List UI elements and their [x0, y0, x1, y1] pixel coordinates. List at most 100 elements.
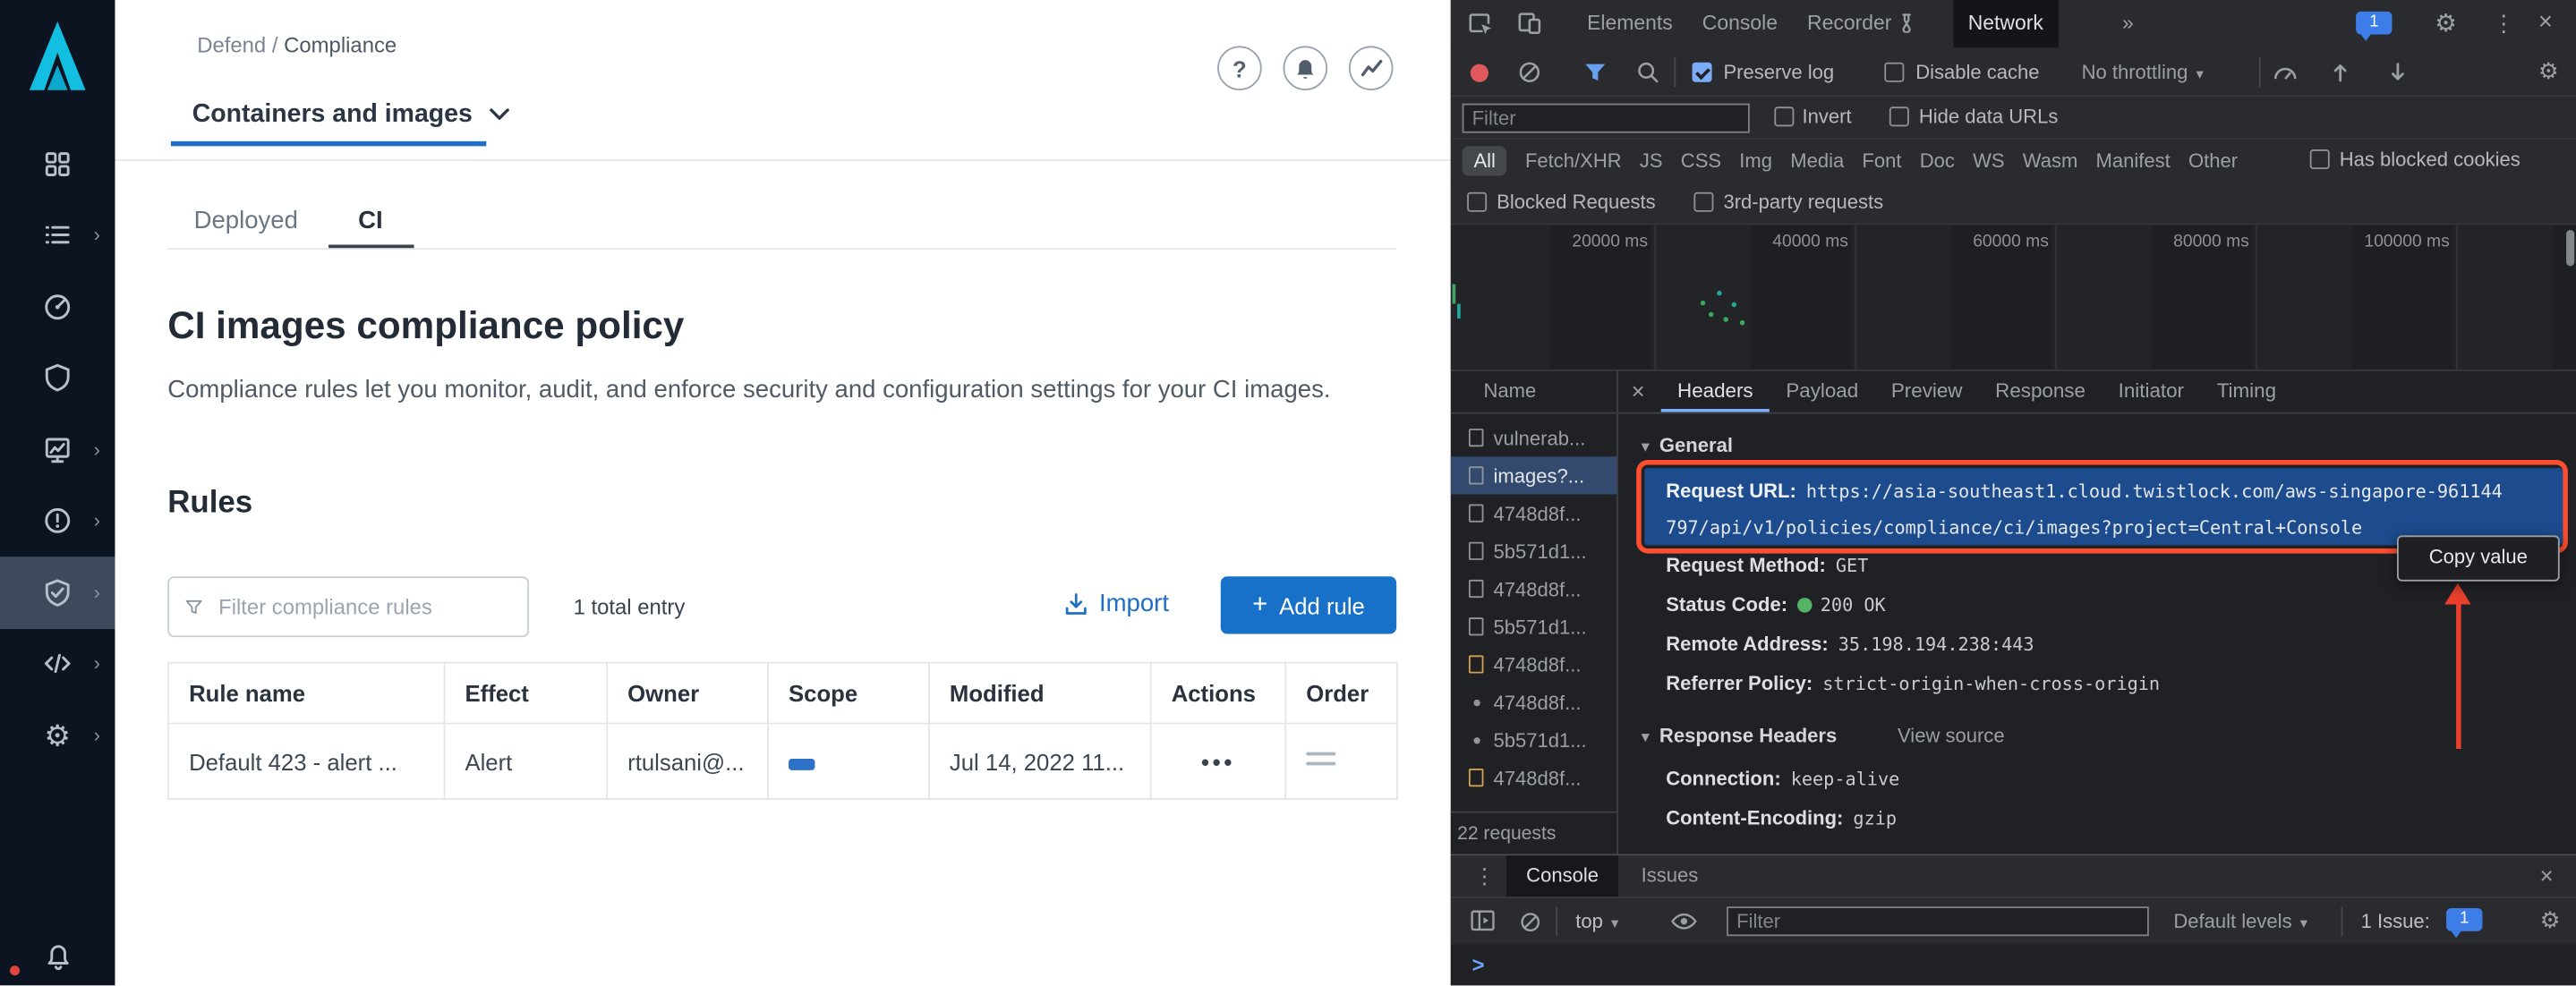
- resource-type-chip[interactable]: CSS: [1681, 146, 1721, 175]
- devtools-settings-gear-icon[interactable]: ⚙: [2435, 12, 2457, 37]
- clear-network-log-icon[interactable]: [1518, 61, 1541, 84]
- eye-icon[interactable]: [1671, 912, 1697, 931]
- drawer-menu-kebab-icon[interactable]: ⋮: [1473, 865, 1495, 887]
- tab-network[interactable]: Network: [1953, 0, 2058, 47]
- cell-rule-name[interactable]: Default 423 - alert ...: [168, 724, 444, 799]
- breadcrumb-section[interactable]: Defend: [197, 33, 266, 58]
- console-issues-badge[interactable]: 1: [2446, 908, 2482, 931]
- issue-count-label[interactable]: 1 Issue:: [2361, 910, 2430, 933]
- close-details-icon[interactable]: ×: [1632, 379, 1645, 403]
- more-tabs-button[interactable]: »: [2107, 0, 2148, 47]
- third-party-checkbox[interactable]: [1693, 192, 1713, 212]
- devtools-menu-kebab-icon[interactable]: ⋮: [2492, 12, 2515, 35]
- clear-console-icon[interactable]: [1520, 911, 1541, 932]
- resource-type-chip[interactable]: Media: [1790, 146, 1844, 175]
- help-button[interactable]: ?: [1217, 46, 1262, 90]
- drag-handle-icon[interactable]: [1306, 745, 1335, 771]
- resource-type-chip[interactable]: Manifest: [2096, 146, 2171, 175]
- resource-type-chip[interactable]: JS: [1640, 146, 1663, 175]
- devtools-close-icon[interactable]: ×: [2538, 10, 2553, 35]
- resource-type-chip[interactable]: Font: [1862, 146, 1901, 175]
- tab-ci[interactable]: CI: [358, 207, 383, 234]
- resource-type-chip[interactable]: Doc: [1920, 146, 1955, 175]
- usage-chart-button[interactable]: [1349, 46, 1394, 90]
- network-request-row[interactable]: 4748d8f...: [1451, 684, 1616, 721]
- drawer-tab-console[interactable]: Console: [1506, 855, 1618, 897]
- response-headers-section-header[interactable]: ▾Response Headers: [1642, 724, 1838, 747]
- tab-preview[interactable]: Preview: [1875, 370, 1979, 412]
- resource-type-chip-all[interactable]: All: [1463, 146, 1507, 175]
- sidebar-item-settings[interactable]: ⚙ ›: [0, 700, 115, 771]
- console-prompt-row[interactable]: >: [1451, 944, 2576, 986]
- hide-data-urls-checkbox[interactable]: [1889, 106, 1909, 126]
- network-request-row[interactable]: 5b571d1...: [1451, 608, 1616, 645]
- notifications-bell-icon[interactable]: [45, 941, 73, 971]
- drawer-tab-issues[interactable]: Issues: [1622, 855, 1719, 897]
- notifications-button[interactable]: [1284, 46, 1328, 90]
- filter-network-icon[interactable]: [1583, 63, 1607, 84]
- tab-initiator[interactable]: Initiator: [2102, 370, 2200, 412]
- tab-payload[interactable]: Payload: [1770, 370, 1875, 412]
- network-request-row[interactable]: 4748d8f...: [1451, 570, 1616, 608]
- request-url-value-selected[interactable]: Request URL:https://asia-southeast1.clou…: [1644, 468, 2563, 545]
- invert-checkbox[interactable]: [1774, 106, 1794, 126]
- general-section-header[interactable]: ▾General: [1642, 434, 1733, 457]
- copy-value-menu-item[interactable]: Copy value: [2397, 535, 2560, 581]
- network-request-row-selected[interactable]: images?...: [1451, 456, 1616, 494]
- sidebar-item-compute-code[interactable]: ›: [0, 628, 115, 700]
- network-request-row[interactable]: 4748d8f...: [1451, 494, 1616, 531]
- sidebar-item-defend[interactable]: ›: [0, 557, 115, 628]
- tab-headers[interactable]: Headers: [1661, 370, 1770, 412]
- sidebar-item-cloud-security[interactable]: [0, 343, 115, 414]
- network-request-row[interactable]: 5b571d1...: [1451, 532, 1616, 570]
- network-overview-timeline[interactable]: 20000 ms 40000 ms 60000 ms 80000 ms 1000…: [1451, 225, 2576, 370]
- resource-type-chip[interactable]: Img: [1739, 146, 1772, 175]
- sidebar-item-inventory[interactable]: ›: [0, 200, 115, 271]
- row-actions-menu-button[interactable]: •••: [1201, 748, 1235, 774]
- resource-type-chip[interactable]: Wasm: [2023, 146, 2078, 175]
- network-request-row[interactable]: 4748d8f...: [1451, 759, 1616, 796]
- network-settings-gear-icon[interactable]: ⚙: [2538, 59, 2559, 82]
- rules-filter-input[interactable]: [215, 593, 510, 621]
- name-column-header[interactable]: Name: [1451, 370, 1616, 414]
- console-filter-input[interactable]: [1727, 906, 2149, 936]
- tab-console[interactable]: Console: [1687, 0, 1792, 47]
- throttling-select[interactable]: No throttling▾: [2082, 61, 2204, 84]
- tab-elements[interactable]: Elements: [1573, 0, 1688, 47]
- log-levels-select[interactable]: Default levels▾: [2173, 910, 2307, 933]
- import-har-icon[interactable]: [2330, 61, 2351, 84]
- sidebar-item-reports[interactable]: ›: [0, 414, 115, 486]
- network-request-row[interactable]: 4748d8f...: [1451, 645, 1616, 683]
- sidebar-item-dashboard[interactable]: [0, 128, 115, 200]
- export-har-icon[interactable]: [2387, 61, 2409, 84]
- network-conditions-icon[interactable]: [2272, 61, 2298, 84]
- console-sidebar-icon[interactable]: [1471, 910, 1496, 931]
- record-button[interactable]: [1471, 64, 1488, 82]
- tab-timing[interactable]: Timing: [2200, 370, 2292, 412]
- import-button[interactable]: Import: [1064, 590, 1169, 617]
- drawer-close-icon[interactable]: ×: [2540, 863, 2554, 887]
- blocked-requests-checkbox[interactable]: [1467, 192, 1487, 212]
- console-settings-gear-icon[interactable]: ⚙: [2540, 908, 2561, 931]
- resource-type-chip[interactable]: Fetch/XHR: [1525, 146, 1622, 175]
- sidebar-item-radar[interactable]: [0, 271, 115, 343]
- search-network-icon[interactable]: [1636, 61, 1659, 84]
- collection-selector[interactable]: Containers and images: [192, 100, 508, 130]
- add-rule-button[interactable]: + Add rule: [1221, 576, 1396, 633]
- resource-type-chip[interactable]: Other: [2188, 146, 2238, 175]
- device-toolbar-icon[interactable]: [1516, 10, 1542, 36]
- resource-type-chip[interactable]: WS: [1973, 146, 2005, 175]
- rule-table-row[interactable]: Default 423 - alert ... Alert rtulsani@.…: [168, 724, 1397, 799]
- context-selector[interactable]: top▾: [1575, 910, 1618, 933]
- network-filter-input[interactable]: [1463, 103, 1750, 132]
- network-request-row[interactable]: vulnerab...: [1451, 419, 1616, 456]
- disable-cache-checkbox[interactable]: [1884, 63, 1904, 82]
- has-blocked-cookies-checkbox[interactable]: [2310, 149, 2330, 169]
- tab-recorder[interactable]: Recorder: [1793, 0, 1931, 47]
- inspect-element-icon[interactable]: [1467, 10, 1493, 36]
- timeline-scrollbar-thumb[interactable]: [2566, 230, 2574, 266]
- tab-response[interactable]: Response: [1979, 370, 2102, 412]
- sidebar-item-alerts[interactable]: ›: [0, 485, 115, 557]
- issues-count-badge[interactable]: 1: [2356, 12, 2392, 35]
- view-source-link[interactable]: View source: [1898, 724, 2005, 747]
